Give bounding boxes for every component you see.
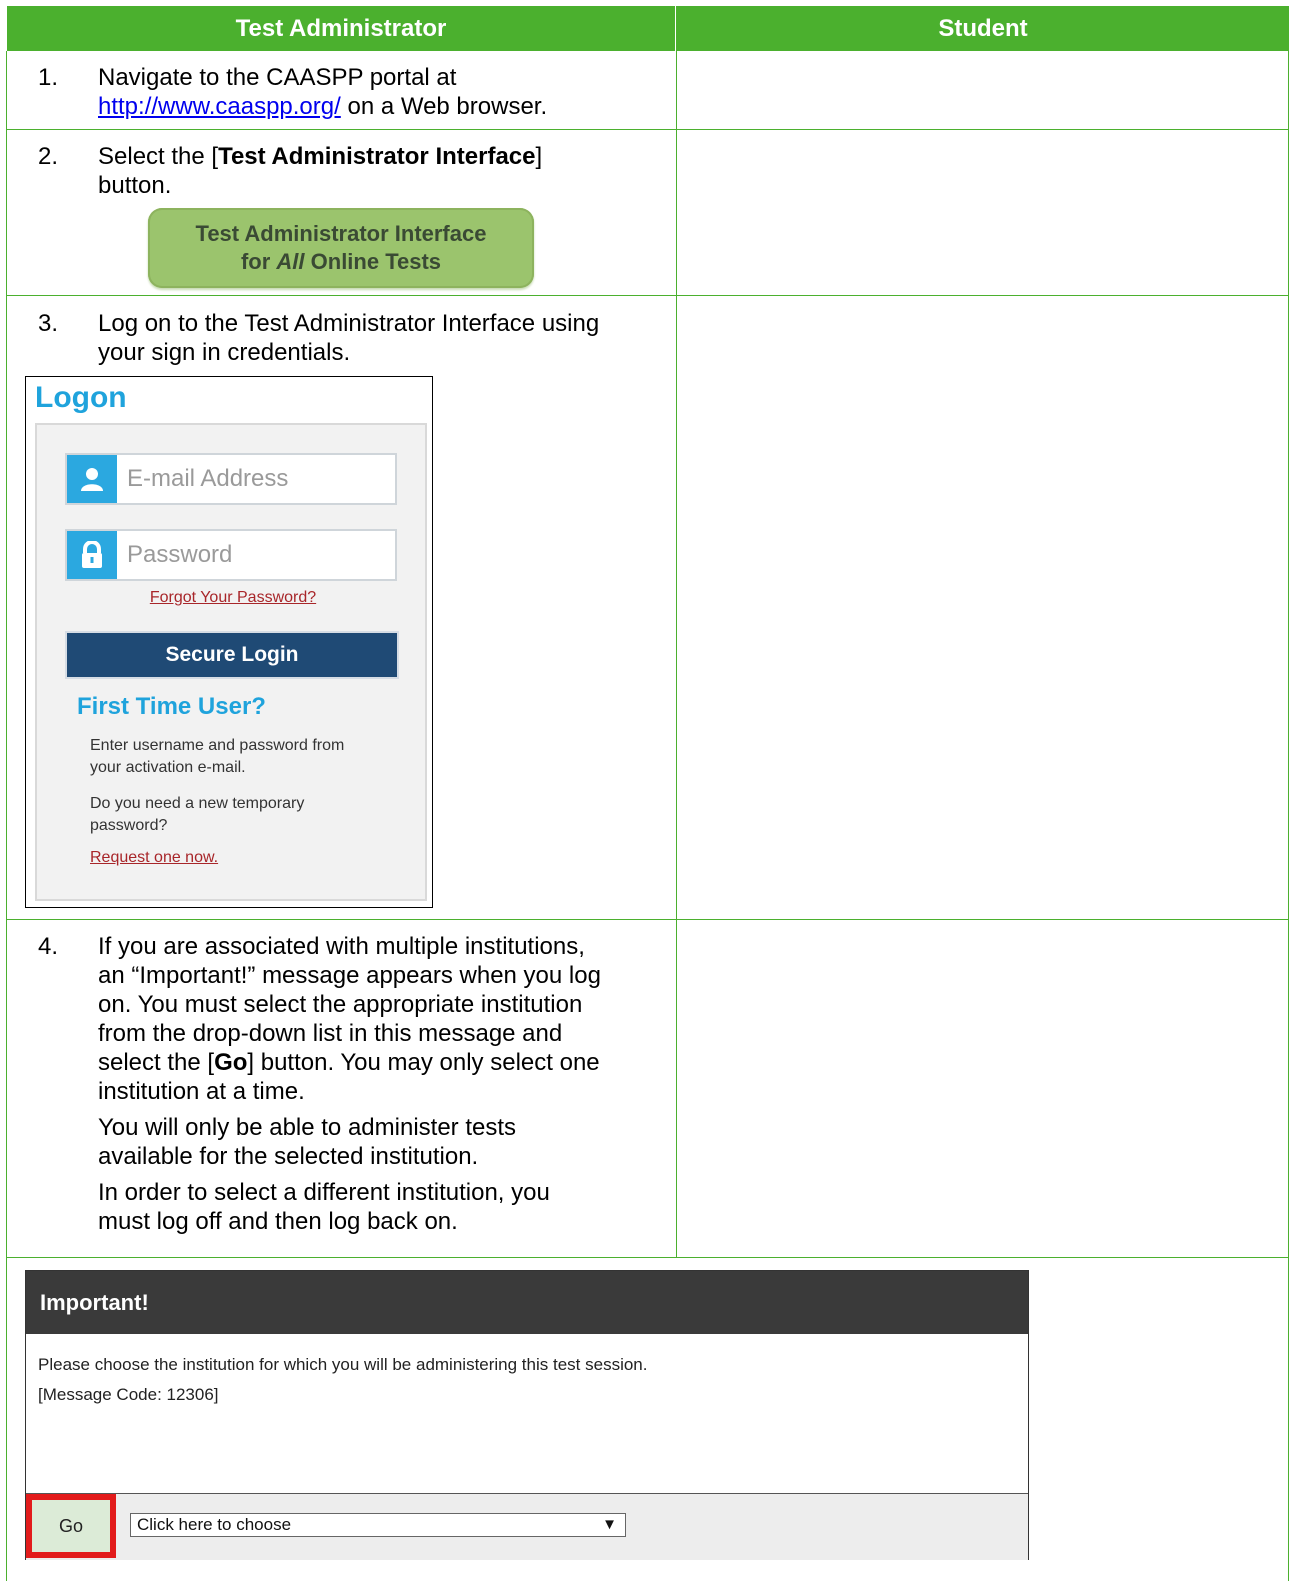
- row-divider: [6, 295, 1289, 296]
- important-dialog: Important! Please choose the institution…: [25, 1270, 1029, 1560]
- important-title: Important!: [26, 1271, 1028, 1334]
- dialog-footer: Go Click here to choose ▼: [26, 1493, 1028, 1560]
- step-number: 1.: [38, 64, 59, 91]
- chevron-down-icon: ▼: [602, 1516, 617, 1533]
- lock-icon: [67, 531, 117, 579]
- test-administrator-interface-button[interactable]: Test Administrator Interface for All Onl…: [148, 208, 534, 288]
- table-border: [676, 6, 677, 1257]
- logon-screenshot: Logon Forgot Your Password? Secure Login…: [25, 376, 433, 908]
- step-4-text: If you are associated with multiple inst…: [98, 933, 601, 1235]
- row-divider: [6, 919, 1289, 920]
- caaspp-portal-link[interactable]: http://www.caaspp.org/: [98, 93, 341, 120]
- request-password-link[interactable]: Request one now.: [90, 849, 218, 867]
- activation-info: Enter username and password from your ac…: [90, 737, 345, 776]
- institution-select[interactable]: Click here to choose ▼: [130, 1513, 626, 1537]
- table-border: [6, 51, 7, 1581]
- step-1-text: Navigate to the CAASPP portal at http://…: [98, 64, 548, 120]
- step-number: 2.: [38, 143, 59, 170]
- first-time-user-heading: First Time User?: [77, 693, 266, 720]
- password-field[interactable]: [127, 531, 387, 579]
- email-field[interactable]: [127, 455, 387, 503]
- step-2-text: Select the [Test Administrator Interface…: [98, 143, 543, 199]
- logon-title: Logon: [35, 381, 127, 414]
- row-divider: [6, 1257, 1289, 1258]
- important-message: Please choose the institution for which …: [38, 1355, 648, 1374]
- go-button[interactable]: Go: [26, 1494, 116, 1558]
- secure-login-button[interactable]: Secure Login: [65, 631, 399, 679]
- institution-select-value: Click here to choose: [137, 1515, 292, 1534]
- step-number: 4.: [38, 933, 59, 960]
- message-code: [Message Code: 12306]: [38, 1385, 219, 1404]
- temporary-password-info: Do you need a new temporary password?: [90, 795, 305, 834]
- table-border: [1288, 6, 1289, 1581]
- step-3-text: Log on to the Test Administrator Interfa…: [98, 310, 600, 366]
- column-header-student: Student: [677, 6, 1289, 51]
- logon-panel: Forgot Your Password? Secure Login First…: [35, 423, 427, 901]
- password-field-container: [65, 529, 397, 581]
- row-divider: [6, 129, 1289, 130]
- step-number: 3.: [38, 310, 59, 337]
- user-icon: [67, 455, 117, 503]
- email-field-container: [65, 453, 397, 505]
- column-header-test-administrator: Test Administrator: [7, 6, 675, 51]
- forgot-password-link[interactable]: Forgot Your Password?: [37, 589, 429, 607]
